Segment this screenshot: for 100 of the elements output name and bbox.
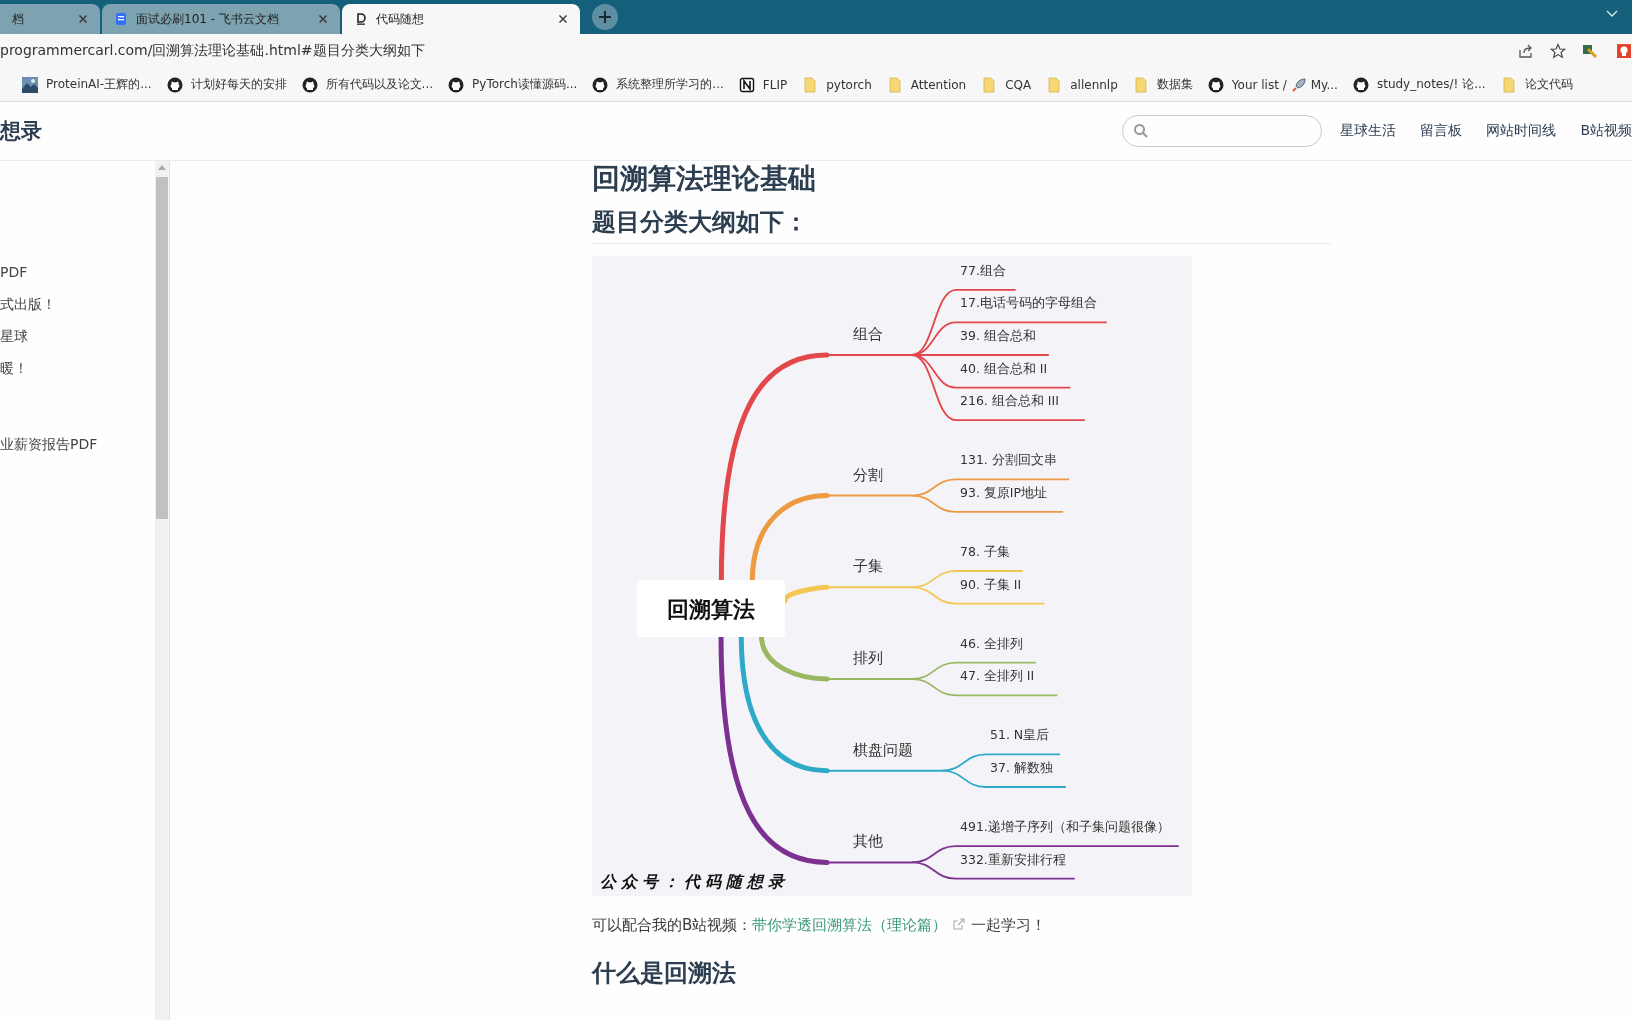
problem-label: 332.重新安排行程 <box>960 851 1066 867</box>
extension-icon[interactable] <box>1616 43 1632 59</box>
signature: 公众号：代码随想录 <box>600 872 789 891</box>
notion-icon <box>738 76 755 93</box>
tab-title: 面试必刷101 - 飞书云文档 <box>136 10 280 28</box>
problem-label: 37. 解数独 <box>990 760 1053 775</box>
github-icon <box>301 76 318 93</box>
bookmark[interactable]: 系统整理所学习的... <box>592 76 724 93</box>
section-heading: 题目分类大纲如下： <box>592 205 1332 244</box>
document-icon <box>114 12 128 26</box>
sidebar-link[interactable]: 星球 <box>0 326 155 346</box>
problem-label: 51. N皇后 <box>990 727 1050 743</box>
category-label: 组合 <box>853 325 883 343</box>
problem-label: 90. 子集 II <box>960 576 1022 592</box>
bookmark-label: 所有代码以及论文... <box>325 76 434 93</box>
article-title: 回溯算法理论基础 <box>592 163 817 195</box>
browser-tab[interactable]: 档 <box>0 4 100 34</box>
problem-label: 77.组合 <box>960 262 1006 278</box>
bookmark[interactable]: Your list / My... <box>1207 76 1338 93</box>
problem-label: 131. 分割回文串 <box>960 452 1057 468</box>
github-icon <box>592 76 609 93</box>
tab-title: 代码随想 <box>376 10 425 28</box>
nav-link[interactable]: 网站时间线 <box>1486 122 1557 140</box>
star-icon[interactable] <box>1550 43 1566 59</box>
nav-link[interactable]: B站视频 <box>1580 122 1632 140</box>
root-node: 回溯算法 <box>637 580 785 637</box>
bookmark-label: pytorch <box>826 77 872 92</box>
bookmark[interactable]: study_notes/! 论... <box>1352 76 1486 93</box>
problem-label: 78. 子集 <box>960 544 1010 559</box>
github-icon <box>448 76 465 93</box>
rocket-icon <box>1290 76 1307 93</box>
bookmark-label: ProteinAI-王辉的... <box>46 76 152 93</box>
bookmark-label: 计划好每天的安排 <box>190 76 287 93</box>
bookmark[interactable]: 论文代码 <box>1500 76 1573 93</box>
external-link-icon <box>953 918 966 930</box>
problem-label: 47. 全排列 II <box>960 668 1035 684</box>
folder-icon <box>802 76 819 93</box>
category-label: 子集 <box>853 557 883 576</box>
nav-link[interactable]: 留言板 <box>1420 122 1463 140</box>
bookmark[interactable]: Attention <box>886 76 967 93</box>
category-label: 棋盘问题 <box>853 740 913 759</box>
folder-icon <box>1132 76 1149 93</box>
bookmark-label: Your list / <box>1231 77 1287 92</box>
folder-icon <box>981 76 998 93</box>
bookmark-label: Attention <box>910 77 967 92</box>
sidebar-link[interactable]: 暖！ <box>0 358 155 378</box>
close-icon[interactable] <box>318 14 328 24</box>
bookmark[interactable]: CQA <box>981 76 1032 93</box>
folder-icon <box>886 76 903 93</box>
folder-icon <box>1500 76 1517 93</box>
problem-label: 39. 组合总和 <box>960 328 1036 343</box>
bookmark[interactable]: 数据集 <box>1132 76 1193 93</box>
github-icon <box>1352 76 1369 93</box>
bookmark[interactable]: 计划好每天的安排 <box>166 76 287 93</box>
browser-tab[interactable]: 面试必刷101 - 飞书云文档 <box>102 4 340 34</box>
new-tab-icon[interactable] <box>592 4 618 30</box>
bookmark-label: allennlp <box>1070 77 1118 92</box>
bookmark[interactable]: ProteinAI-王辉的... <box>22 76 152 93</box>
sidebar-link[interactable]: 业薪资报告PDF <box>0 434 155 454</box>
problem-label: 216. 组合总和 III <box>960 393 1059 409</box>
site-icon <box>354 12 368 26</box>
search-icon <box>1133 123 1150 139</box>
bookmark-label: FLIP <box>762 77 788 92</box>
bookmark-label: 论文代码 <box>1524 76 1573 93</box>
bookmark[interactable]: pytorch <box>802 76 872 93</box>
github-icon <box>1207 76 1224 93</box>
chevron-down-icon[interactable] <box>1606 10 1618 18</box>
category-label: 分割 <box>853 465 883 484</box>
section-heading: 什么是回溯法 <box>592 958 737 988</box>
github-icon <box>166 76 183 93</box>
problem-label: 46. 全排列 <box>960 635 1023 651</box>
close-icon[interactable] <box>558 14 568 24</box>
problem-label: 491.递增子序列（和子集问题很像） <box>960 819 1170 835</box>
bookmark-label: 数据集 <box>1156 76 1193 93</box>
bookmark-label: My... <box>1310 77 1338 92</box>
paragraph: 可以配合我的B站视频：带你学透回溯算法（理论篇） 一起学习！ <box>592 915 1048 936</box>
bookmark[interactable]: FLIP <box>738 76 788 93</box>
nav-link[interactable]: 星球生活 <box>1340 122 1397 140</box>
scrollbar[interactable] <box>155 161 170 1020</box>
problem-label: 17.电话号码的字母组合 <box>960 295 1097 311</box>
share-icon[interactable] <box>1518 43 1534 59</box>
bookmark[interactable]: allennlp <box>1046 76 1118 93</box>
close-icon[interactable] <box>78 14 88 24</box>
bookmark-label: CQA <box>1005 77 1032 92</box>
folder-icon <box>1046 76 1063 93</box>
extension-icon[interactable] <box>1582 43 1598 59</box>
bookmark-label: 系统整理所学习的... <box>616 76 724 93</box>
category-label: 其他 <box>853 832 883 851</box>
site-logo[interactable]: 想录 <box>0 117 42 145</box>
video-link[interactable]: 带你学透回溯算法（理论篇） <box>752 916 948 934</box>
sidebar-link[interactable]: PDF <box>0 262 155 282</box>
sidebar-link[interactable]: 式出版！ <box>0 294 155 314</box>
problem-label: 93. 复原IP地址 <box>960 484 1048 500</box>
bookmark-label: PyTorch读懂源码... <box>472 76 578 93</box>
problem-label: 40. 组合总和 II <box>960 360 1048 376</box>
bookmark[interactable]: PyTorch读懂源码... <box>448 76 578 93</box>
bookmark[interactable]: 所有代码以及论文... <box>301 76 434 93</box>
browser-tab[interactable]: 代码随想 <box>342 4 580 34</box>
category-label: 排列 <box>853 649 883 667</box>
tab-title: 档 <box>12 10 25 28</box>
